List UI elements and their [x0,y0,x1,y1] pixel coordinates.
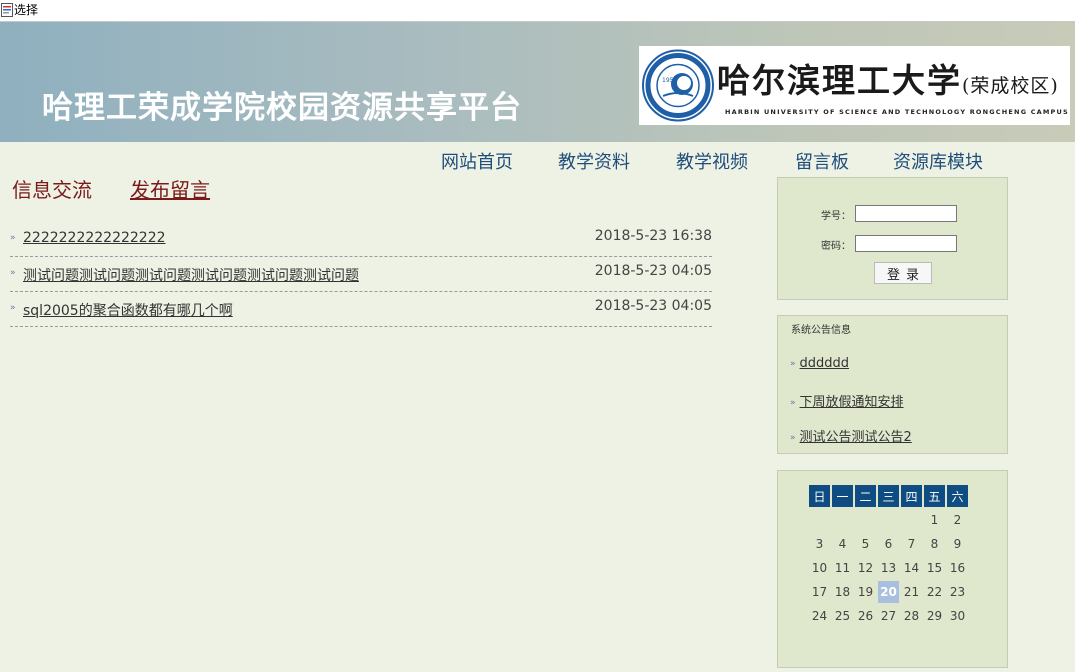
tab-info-exchange: 信息交流 [12,178,92,202]
double-arrow-bullet-icon: » [790,433,796,443]
calendar-day[interactable]: 10 [809,557,830,579]
nav-home[interactable]: 网站首页 [441,148,513,174]
nav-teaching-videos[interactable]: 教学视频 [676,148,748,174]
calendar-day[interactable]: 8 [924,533,945,555]
double-arrow-bullet-icon: » [10,268,16,278]
calendar-day[interactable]: 4 [832,533,853,555]
nav-teaching-materials[interactable]: 教学资料 [558,148,630,174]
calendar-body: 1 2 3 4 5 6 7 8 9 10 11 12 13 14 15 16 17 18 19 20 21 22 23 24 2… [809,509,968,627]
message-title-link[interactable]: 测试问题测试问题测试问题测试问题测试问题测试问题 [23,265,359,285]
weekday-header: 四 [901,485,922,507]
calendar-panel: 日 一 二 三 四 五 六 1 2 3 4 5 6 7 8 9 10 11 12 13 14 15 16 17 1… [777,470,1008,668]
calendar-week-row: 12 [809,509,968,531]
weekday-header: 日 [809,485,830,507]
calendar-day[interactable]: 17 [809,581,830,603]
weekday-header: 二 [855,485,876,507]
calendar-day[interactable]: 5 [855,533,876,555]
post-message-link[interactable]: 发布留言 [130,174,210,203]
seal-year: 1950 [662,77,677,84]
calendar-empty-cell [809,509,830,531]
notice-panel: 系统公告信息 » dddddd » 下周放假通知安排 » 测试公告测试公告2 [777,315,1008,454]
message-title-link[interactable]: 2222222222222222 [23,230,166,246]
password-label: 密码： [821,241,851,252]
login-panel: 学号： 密码： 登录 [777,177,1008,300]
calendar-day[interactable]: 24 [809,605,830,627]
app-window-icon [1,3,13,17]
calendar-day[interactable]: 13 [878,557,899,579]
logo-campus: (荣成校区) [962,75,1059,97]
message-list: » 2222222222222222 2018-5-23 16:38 » 测试问… [10,222,712,327]
calendar-day[interactable]: 15 [924,557,945,579]
university-logo: 1950 哈尔滨理工大学(荣成校区) HARBIN UNIVERSITY OF … [639,46,1070,125]
calendar-day[interactable]: 2 [947,509,968,531]
login-button[interactable]: 登录 [874,262,932,284]
window-title: 选择 [14,3,39,17]
logo-chinese-name: 哈尔滨理工大学(荣成校区) [717,61,1059,100]
student-id-label: 学号： [821,211,851,222]
calendar-day[interactable]: 9 [947,533,968,555]
university-seal-icon: 1950 [642,49,714,122]
message-time: 2018-5-23 16:38 [594,228,712,244]
calendar-day[interactable]: 12 [855,557,876,579]
calendar-week-row: 24 25 26 27 28 29 30 [809,605,968,627]
weekday-header: 三 [878,485,899,507]
double-arrow-bullet-icon: » [10,233,16,243]
calendar-day[interactable]: 25 [832,605,853,627]
calendar-empty-cell [901,509,922,531]
calendar-day[interactable]: 1 [924,509,945,531]
list-item: » 2222222222222222 2018-5-23 16:38 [10,222,712,257]
calendar-day[interactable]: 28 [901,605,922,627]
calendar-day[interactable]: 21 [901,581,922,603]
weekday-header: 六 [947,485,968,507]
site-banner: 哈理工荣成学院校园资源共享平台 1950 哈尔滨理工大学(荣成校区) HARBI… [0,22,1075,142]
calendar-empty-cell [855,509,876,531]
notice-panel-title: 系统公告信息 [791,325,851,336]
calendar-week-row: 17 18 19 20 21 22 23 [809,581,968,603]
calendar-week-row: 3456789 [809,533,968,555]
notice-link[interactable]: 下周放假通知安排 [800,395,904,410]
calendar-day[interactable]: 6 [878,533,899,555]
calendar-day[interactable]: 3 [809,533,830,555]
nav-message-board[interactable]: 留言板 [795,148,849,174]
weekday-header: 五 [924,485,945,507]
student-id-input[interactable] [855,205,957,222]
nav-resource-library[interactable]: 资源库模块 [893,148,983,174]
calendar-day[interactable]: 18 [832,581,853,603]
list-item: » 下周放假通知安排 [790,391,904,410]
calendar-weekday-row: 日 一 二 三 四 五 六 [809,485,968,507]
list-item: » 测试公告测试公告2 [790,426,912,445]
calendar-day[interactable]: 19 [855,581,876,603]
window-titlebar: 选择 [0,0,1075,22]
double-arrow-bullet-icon: » [10,303,16,313]
site-title: 哈理工荣成学院校园资源共享平台 [42,90,522,126]
calendar-day[interactable]: 7 [901,533,922,555]
calendar-day[interactable]: 27 [878,605,899,627]
password-input[interactable] [855,235,957,252]
logo-english-name: HARBIN UNIVERSITY OF SCIENCE AND TECHNOL… [725,108,1069,116]
calendar-day[interactable]: 11 [832,557,853,579]
calendar-day[interactable]: 14 [901,557,922,579]
calendar: 日 一 二 三 四 五 六 1 2 3 4 5 6 7 8 9 10 11 12 13 14 15 16 17 1… [807,483,970,629]
calendar-day[interactable]: 26 [855,605,876,627]
message-time: 2018-5-23 04:05 [594,298,712,314]
calendar-empty-cell [832,509,853,531]
calendar-week-row: 10 11 12 13 14 15 16 [809,557,968,579]
calendar-day[interactable]: 29 [924,605,945,627]
notice-link[interactable]: dddddd [800,356,850,371]
notice-link[interactable]: 测试公告测试公告2 [800,430,912,445]
message-title-link[interactable]: sql2005的聚合函数都有哪几个啊 [23,300,233,320]
list-item: » dddddd [790,356,849,371]
list-item: » sql2005的聚合函数都有哪几个啊 2018-5-23 04:05 [10,292,712,327]
double-arrow-bullet-icon: » [790,359,796,369]
calendar-day[interactable]: 30 [947,605,968,627]
calendar-empty-cell [878,509,899,531]
calendar-day[interactable]: 16 [947,557,968,579]
weekday-header: 一 [832,485,853,507]
message-time: 2018-5-23 04:05 [594,263,712,279]
calendar-day[interactable]: 22 [924,581,945,603]
list-item: » 测试问题测试问题测试问题测试问题测试问题测试问题 2018-5-23 04:… [10,257,712,292]
double-arrow-bullet-icon: » [790,398,796,408]
calendar-day[interactable]: 20 [878,581,899,603]
calendar-day[interactable]: 23 [947,581,968,603]
